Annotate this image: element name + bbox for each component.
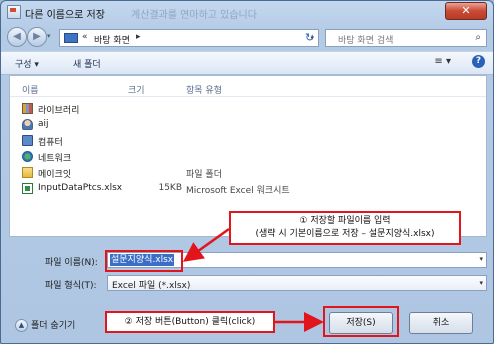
cancel-button[interactable]: 취소 [409,312,473,334]
organize-button[interactable]: 구성 ▾ [15,57,39,70]
breadcrumb-overflow-icon[interactable]: « [82,32,88,42]
save-form: 파일 이름(N): 설문지양식.xlsx ▾ 파일 형식(T): Excel 파… [1,239,493,295]
item-name: InputDataPtcs.xlsx [38,183,123,193]
column-header-type[interactable]: 항목 유형 [186,83,222,96]
desktop-folder-icon [64,33,78,43]
close-icon: ✕ [461,4,471,17]
user-icon [22,119,33,130]
filename-label: 파일 이름(N): [45,258,98,268]
back-button[interactable]: ◀ [7,27,27,47]
excel-file-icon [22,183,33,194]
view-options-icon[interactable]: ≡ ▾ [434,56,451,67]
toolbar: 구성 ▾ 새 폴더 ≡ ▾ ? [1,51,493,75]
item-name: 네트워크 [38,154,72,164]
search-input[interactable]: 바탕 화면 검색 ⌕ [325,29,487,47]
address-bar-row: ◀ ▶ ▾ « 바탕 화면 ▸ ▾ ↻ 바탕 화면 검색 ⌕ [1,25,493,51]
callout1-line2: (생략 시 기본이름으로 저장 – 설문지양식.xlsx) [255,229,435,239]
search-placeholder: 바탕 화면 검색 [338,36,394,46]
item-type: 파일 폴더 [186,170,222,180]
list-item[interactable]: 메이크잇 파일 폴더 [10,165,486,181]
new-folder-button[interactable]: 새 폴더 [73,57,101,70]
filetype-dropdown-icon: ▾ [479,279,483,287]
hide-folders-button[interactable]: ▲ 폴더 숨기기 [15,318,75,332]
item-name: 메이크잇 [38,170,72,180]
filetype-value: Excel 파일 (*.xlsx) [112,281,191,291]
list-item[interactable]: InputDataPtcs.xlsx 15KB Microsoft Excel … [10,181,486,197]
filename-highlight-box [105,250,183,272]
refresh-icon[interactable]: ↻ [305,31,314,44]
close-button[interactable]: ✕ [445,2,487,20]
breadcrumb-desktop[interactable]: 바탕 화면 [94,33,130,46]
item-name: 컴퓨터 [38,138,63,148]
computer-icon [22,135,33,146]
address-bar[interactable]: « 바탕 화면 ▸ ▾ [59,29,319,47]
item-name: 라이브러리 [38,106,80,116]
background-window-text: 계산결과를 연마하고 있습니다 [131,10,257,21]
column-header-name[interactable]: 이름 [22,83,39,96]
list-item[interactable]: 라이브러리 [10,101,486,117]
filetype-label: 파일 형식(T): [45,281,97,291]
header-divider [10,96,486,97]
filename-dropdown-icon[interactable]: ▾ [479,255,483,263]
callout1-line1: ① 저장할 파일이름 입력 [299,216,391,226]
search-icon: ⌕ [475,32,481,43]
column-header-size[interactable]: 크기 [128,83,145,96]
forward-button[interactable]: ▶ [27,27,47,47]
help-icon[interactable]: ? [472,55,485,68]
forward-arrow-icon: ▶ [33,31,41,42]
list-item[interactable]: aij [10,117,486,133]
filename-instruction-callout: ① 저장할 파일이름 입력 (생략 시 기본이름으로 저장 – 설문지양식.xl… [229,211,461,245]
save-button-highlight-box [323,306,399,337]
library-icon [22,103,33,114]
title-bar: 다른 이름으로 저장 계산결과를 연마하고 있습니다 ✕ [1,1,493,23]
back-arrow-icon: ◀ [13,31,21,42]
item-type: Microsoft Excel 워크시트 [186,186,290,196]
save-as-dialog: 다른 이름으로 저장 계산결과를 연마하고 있습니다 ✕ ◀ ▶ ▾ « 바탕 … [0,0,494,344]
collapse-icon: ▲ [15,319,28,332]
hide-folders-label: 폴더 숨기기 [31,321,76,331]
app-icon [7,5,21,19]
save-instruction-callout: ② 저장 버튼(Button) 클릭(click) [105,311,275,333]
recent-locations-dropdown[interactable]: ▾ [47,32,51,40]
filetype-select[interactable]: Excel 파일 (*.xlsx) ▾ [107,275,487,291]
breadcrumb-arrow-icon[interactable]: ▸ [136,32,141,42]
list-item[interactable]: 컴퓨터 [10,133,486,149]
item-name: aij [38,119,49,129]
network-icon [22,151,33,162]
window-title: 다른 이름으로 저장 [25,10,105,21]
item-size: 15KB [158,183,182,193]
list-item[interactable]: 네트워크 [10,149,486,165]
folder-icon [22,167,33,178]
